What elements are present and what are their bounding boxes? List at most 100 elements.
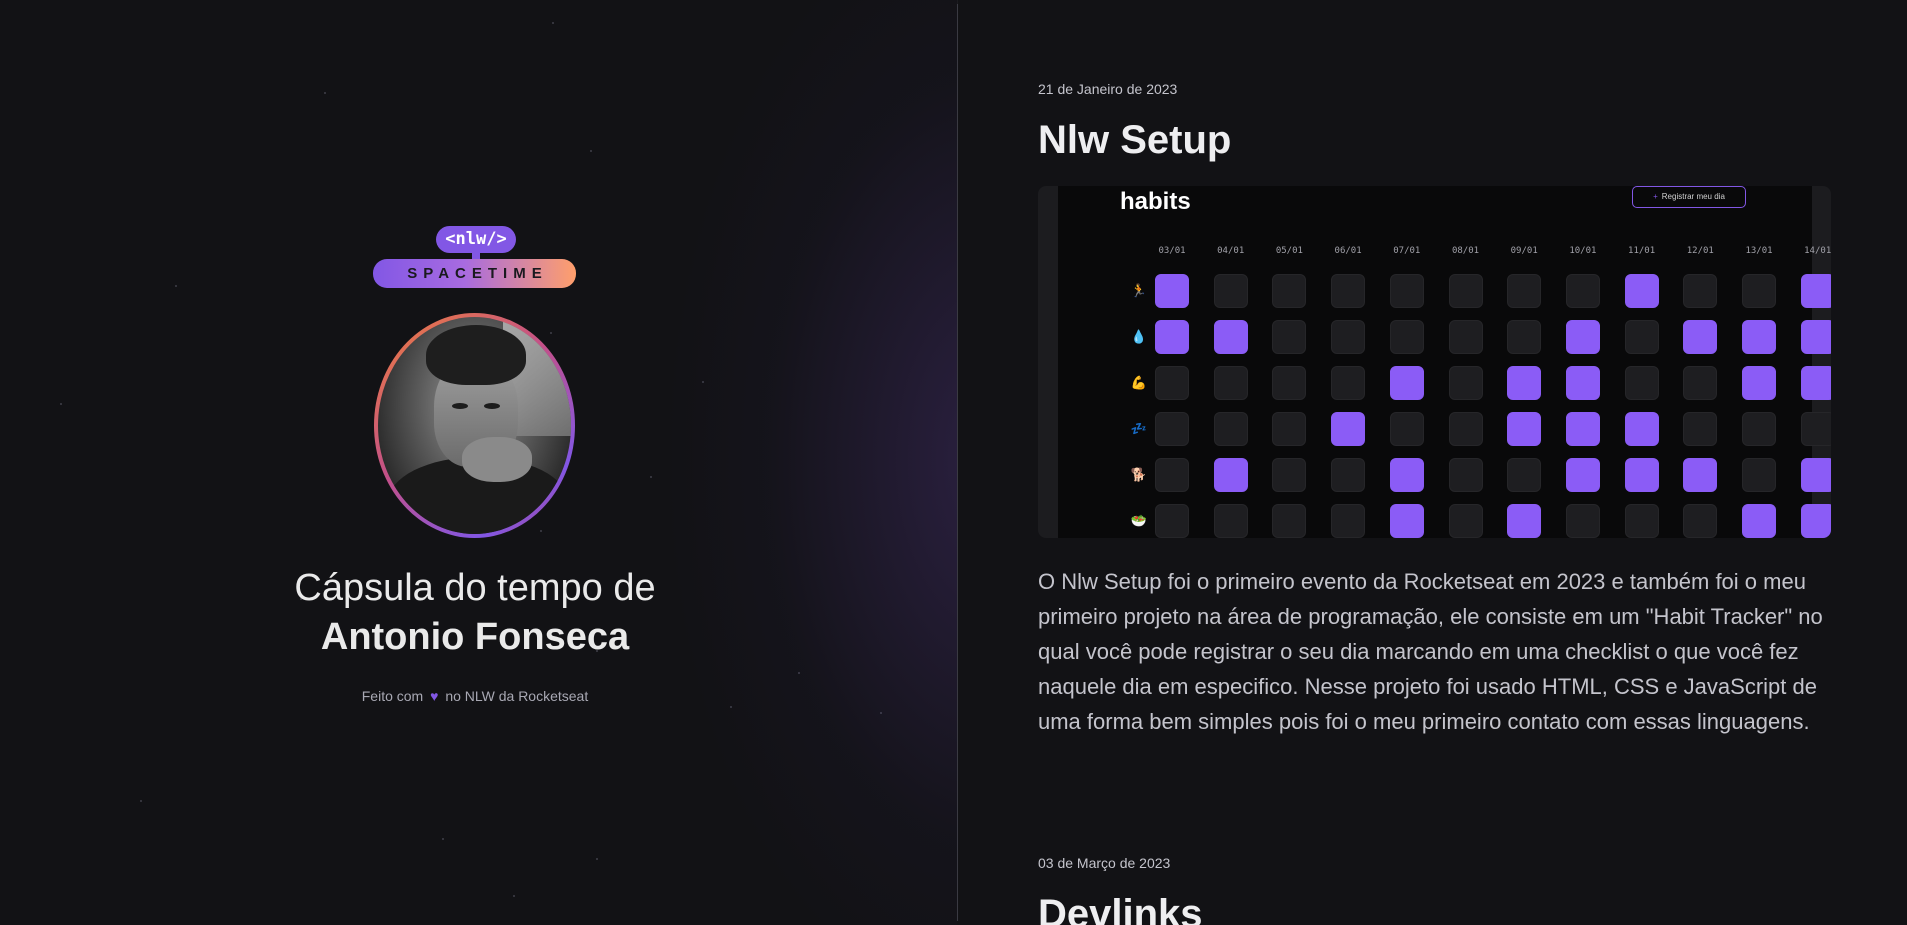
habit-day-cell (1448, 412, 1483, 446)
habit-icon: 💤 (1130, 421, 1148, 436)
habit-icon: 💧 (1130, 329, 1148, 344)
footer-suffix: no NLW da Rocketseat (445, 688, 589, 704)
habits-app-screenshot: habits + Registrar meu dia 03/01 04/01 05/0… (1058, 186, 1831, 538)
habit-day-cell (1624, 274, 1659, 308)
habit-day-cell (1565, 504, 1600, 538)
star-dot (702, 381, 704, 383)
habit-day-cell (1507, 458, 1542, 492)
habit-date-label: 14/01 (1804, 246, 1831, 256)
habit-day-cell (1507, 366, 1542, 400)
memory-title: Devlinks (1038, 892, 1203, 925)
habit-day-cell (1331, 412, 1366, 446)
star-dot (650, 476, 652, 478)
habit-day-cell (1624, 320, 1659, 354)
habit-day-cell (1624, 366, 1659, 400)
habit-day-cell (1213, 274, 1248, 308)
habit-day-cell (1155, 458, 1189, 492)
footer-credit: Feito com ♥ no NLW da Rocketseat (300, 688, 650, 704)
profile-panel: <nlw/> SPACETIME Cápsula do tempo de Ant… (0, 0, 957, 925)
avatar (374, 313, 575, 538)
habit-day-cell (1389, 458, 1424, 492)
habit-day-cell (1272, 274, 1307, 308)
habit-date-label: 12/01 (1686, 246, 1714, 256)
habit-icon: 🏃 (1130, 283, 1148, 298)
habit-date-label: 03/01 (1158, 246, 1186, 256)
habit-icon: 🥗 (1130, 513, 1148, 528)
habit-day-cell (1565, 320, 1600, 354)
star-dot (442, 838, 444, 840)
habit-day-cell (1213, 504, 1248, 538)
habit-day-cell (1800, 320, 1831, 354)
memory-title: Nlw Setup (1038, 118, 1232, 162)
habit-day-cell (1800, 458, 1831, 492)
habit-day-cell (1624, 458, 1659, 492)
habit-day-cell (1683, 504, 1718, 538)
habit-day-cell (1213, 412, 1248, 446)
habit-date-label: 04/01 (1217, 246, 1245, 256)
habit-day-cell (1272, 366, 1307, 400)
habit-day-cell (1272, 320, 1307, 354)
habit-day-cell (1389, 320, 1424, 354)
habit-day-cell (1213, 458, 1248, 492)
habit-day-cell (1213, 366, 1248, 400)
habit-day-cell (1155, 274, 1189, 308)
habit-day-cell (1683, 274, 1718, 308)
habit-day-cell (1800, 274, 1831, 308)
memories-feed[interactable]: 21 de Janeiro de 2023 Nlw Setup habits +… (958, 0, 1907, 925)
habit-day-cell (1331, 274, 1366, 308)
habit-day-cell (1565, 458, 1600, 492)
habit-day-cell (1624, 412, 1659, 446)
star-dot (140, 800, 142, 802)
habit-day-cell (1155, 412, 1189, 446)
title-prefix: Cápsula do tempo de (294, 567, 656, 609)
habit-date-label: 13/01 (1745, 246, 1773, 256)
star-dot (596, 858, 598, 860)
habit-day-cell (1389, 412, 1424, 446)
memory-cover-image: habits + Registrar meu dia 03/01 04/01 05/0… (1038, 186, 1831, 538)
habit-day-cell (1800, 504, 1831, 538)
habit-day-cell (1800, 366, 1831, 400)
habit-day-cell (1742, 504, 1776, 538)
habit-day-cell (1331, 504, 1366, 538)
register-day-button: + Registrar meu dia (1632, 186, 1746, 208)
star-dot (552, 22, 554, 24)
habit-day-cell (1331, 458, 1366, 492)
habit-day-cell (1624, 504, 1659, 538)
habit-day-cell (1742, 458, 1776, 492)
habit-date-label: 11/01 (1628, 246, 1656, 256)
owner-name: Antonio Fonseca (320, 616, 630, 658)
habit-day-cell (1565, 274, 1600, 308)
avatar-photo (378, 317, 571, 534)
star-dot (590, 150, 592, 152)
habit-day-cell (1565, 366, 1600, 400)
habit-day-cell (1448, 458, 1483, 492)
habit-date-label: 05/01 (1275, 246, 1303, 256)
habit-day-cell (1742, 274, 1776, 308)
habit-day-cell (1683, 366, 1718, 400)
habits-logo: habits (1120, 188, 1191, 215)
habit-day-cell (1155, 320, 1189, 354)
memory-date: 03 de Março de 2023 (1038, 855, 1171, 871)
footer-prefix: Feito com (361, 688, 424, 704)
habit-date-label: 08/01 (1451, 246, 1480, 256)
star-dot (880, 712, 882, 714)
habit-day-cell (1155, 504, 1189, 538)
habit-day-cell (1389, 504, 1424, 538)
habit-day-cell (1272, 412, 1307, 446)
memory-date: 21 de Janeiro de 2023 (1038, 81, 1178, 97)
habit-icon: 🐕 (1130, 467, 1148, 482)
habit-day-cell (1507, 504, 1542, 538)
habit-day-cell (1272, 504, 1307, 538)
star-dot (175, 285, 177, 287)
habit-day-cell (1683, 320, 1718, 354)
habit-day-cell (1507, 320, 1542, 354)
star-dot (798, 672, 800, 674)
habit-day-cell (1213, 320, 1248, 354)
star-dot (324, 92, 326, 94)
habit-date-label: 10/01 (1569, 246, 1597, 256)
habit-day-cell (1331, 320, 1366, 354)
logo-wordmark: SPACETIME (373, 259, 576, 288)
habit-day-cell (1565, 412, 1600, 446)
logo-tag: <nlw/> (436, 226, 516, 253)
habit-day-cell (1800, 412, 1831, 446)
